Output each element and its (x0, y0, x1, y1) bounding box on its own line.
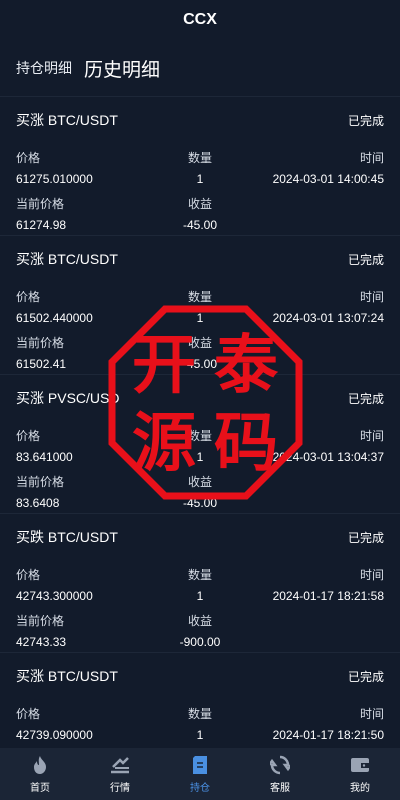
current-price-label: 当前价格 (16, 613, 65, 628)
time-value: 2024-01-17 18:21:58 (272, 589, 384, 603)
nav-market-label: 行情 (110, 783, 130, 794)
service-icon (269, 754, 291, 776)
price-value: 61502.440000 (16, 311, 93, 325)
nav-market[interactable]: 行情 (80, 748, 160, 800)
order-pair: 买涨 PVSC/USD (16, 390, 120, 406)
market-icon (109, 754, 131, 776)
time-label: 时间 (359, 150, 384, 165)
nav-home[interactable]: 首页 (0, 748, 80, 800)
wallet-icon (349, 754, 371, 776)
profit-label: 收益 (187, 196, 212, 211)
current-price-label: 当前价格 (16, 335, 65, 350)
current-price-value: 83.6408 (16, 496, 60, 510)
nav-service-label: 客服 (270, 783, 290, 794)
price-value: 83.641000 (16, 450, 73, 464)
bottom-nav: 首页 行情 持仓 客服 我的 (0, 748, 400, 800)
nav-home-label: 首页 (30, 783, 50, 794)
nav-mine[interactable]: 我的 (320, 748, 400, 800)
price-value: 42743.300000 (16, 589, 93, 603)
order-pair: 买涨 BTC/USDT (16, 112, 118, 128)
time-value: 2024-03-01 14:00:45 (272, 172, 384, 186)
tab-bar: 持仓明细 历史明细 (0, 40, 400, 96)
time-label: 时间 (359, 567, 384, 582)
current-price-label: 当前价格 (16, 196, 65, 211)
order-card[interactable]: 买涨 BTC/USDT 已完成 价格 数量 时间 61502.440000 1 … (0, 235, 400, 374)
profit-value: -45.00 (182, 218, 218, 232)
order-pair: 买涨 BTC/USDT (16, 668, 118, 684)
qty-value: 1 (196, 728, 204, 742)
time-value: 2024-03-01 13:04:37 (272, 450, 384, 464)
nav-service[interactable]: 客服 (240, 748, 320, 800)
order-card[interactable]: 买涨 PVSC/USD 已完成 价格 数量 时间 83.641000 1 202… (0, 374, 400, 513)
price-label: 价格 (16, 567, 41, 582)
nav-position-label: 持仓 (190, 783, 210, 794)
time-label: 时间 (359, 428, 384, 443)
price-label: 价格 (16, 150, 41, 165)
order-pair: 买涨 BTC/USDT (16, 251, 118, 267)
page-title: CCX (183, 11, 217, 28)
order-status: 已完成 (347, 391, 384, 406)
order-card[interactable]: 买跌 BTC/USDT 已完成 价格 数量 时间 42743.300000 1 … (0, 513, 400, 652)
nav-mine-label: 我的 (350, 783, 370, 794)
flame-icon (29, 754, 51, 776)
price-label: 价格 (16, 289, 41, 304)
profit-value: -45.00 (182, 357, 218, 371)
current-price-value: 61502.41 (16, 357, 67, 371)
time-label: 时间 (359, 289, 384, 304)
time-value: 2024-01-17 18:21:50 (272, 728, 384, 742)
order-pair: 买跌 BTC/USDT (16, 529, 118, 545)
time-label: 时间 (359, 706, 384, 721)
profit-label: 收益 (187, 335, 212, 350)
price-value: 42739.090000 (16, 728, 93, 742)
qty-value: 1 (196, 172, 204, 186)
qty-label: 数量 (187, 428, 212, 443)
price-label: 价格 (16, 428, 41, 443)
profit-label: 收益 (187, 474, 212, 489)
current-price-label: 当前价格 (16, 474, 65, 489)
order-status: 已完成 (347, 669, 384, 684)
qty-label: 数量 (187, 567, 212, 582)
tab-positions[interactable]: 持仓明细 (16, 58, 72, 78)
qty-value: 1 (196, 311, 204, 325)
qty-label: 数量 (187, 706, 212, 721)
profit-value: -900.00 (179, 635, 221, 649)
tab-history[interactable]: 历史明细 (84, 55, 160, 82)
order-status: 已完成 (347, 113, 384, 128)
app-header: CCX (0, 0, 400, 40)
qty-value: 1 (196, 589, 204, 603)
time-value: 2024-03-01 13:07:24 (272, 311, 384, 325)
profit-value: -45.00 (182, 496, 218, 510)
qty-label: 数量 (187, 150, 212, 165)
price-label: 价格 (16, 706, 41, 721)
current-price-value: 42743.33 (16, 635, 67, 649)
order-card[interactable]: 买涨 BTC/USDT 已完成 价格 数量 时间 61275.010000 1 … (0, 96, 400, 235)
current-price-value: 61274.98 (16, 218, 67, 232)
nav-position[interactable]: 持仓 (160, 748, 240, 800)
position-icon (189, 754, 211, 776)
order-status: 已完成 (347, 530, 384, 545)
order-card[interactable]: 买涨 BTC/USDT 已完成 价格 数量 时间 42739.090000 1 … (0, 652, 400, 748)
qty-value: 1 (196, 450, 204, 464)
qty-label: 数量 (187, 289, 212, 304)
order-list[interactable]: 买涨 BTC/USDT 已完成 价格 数量 时间 61275.010000 1 … (0, 96, 400, 748)
profit-label: 收益 (187, 613, 212, 628)
order-status: 已完成 (347, 252, 384, 267)
price-value: 61275.010000 (16, 172, 93, 186)
